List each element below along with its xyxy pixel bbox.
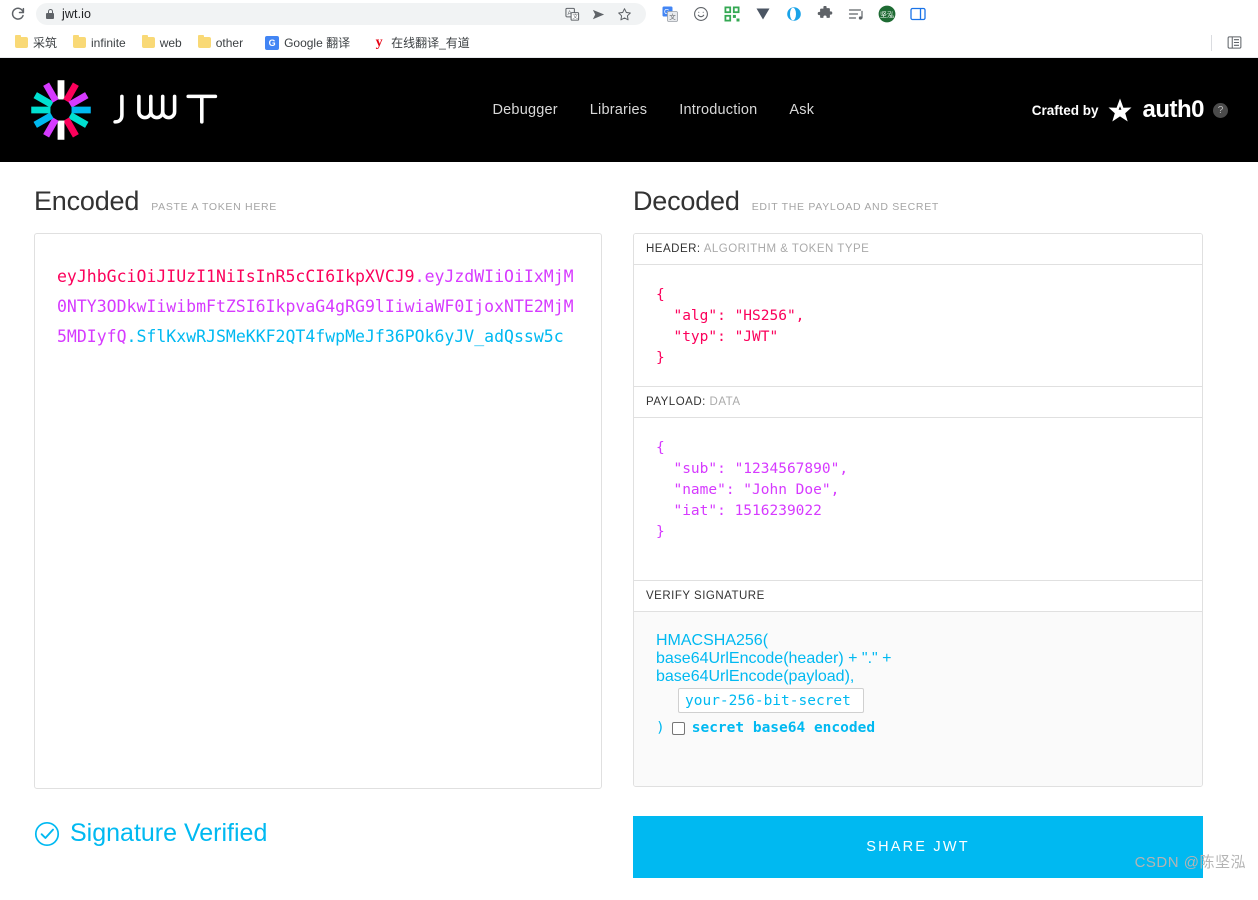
hmac-line-1: HMACSHA256(: [656, 632, 769, 649]
payload-json-editor[interactable]: { "sub": "1234567890", "name": "John Doe…: [634, 418, 1202, 581]
token-dot-1: .: [414, 267, 425, 286]
decoded-column: Decoded EDIT THE PAYLOAD AND SECRET HEAD…: [602, 162, 1207, 878]
vimium-icon[interactable]: [751, 2, 775, 26]
site-header: Debugger Libraries Introduction Ask Craf…: [0, 58, 1258, 162]
browser-toolbar: jwt.io A 文 G 文 坚泓: [0, 0, 1258, 28]
crafted-by-label: Crafted by: [1031, 102, 1099, 118]
bookmark-label: infinite: [91, 35, 126, 50]
bookmark-label: 在线翻译_有道: [391, 36, 470, 50]
playlist-icon[interactable]: [844, 2, 868, 26]
jwt-wordmark: [113, 94, 218, 124]
svg-text:文: 文: [572, 12, 578, 20]
main-nav: Debugger Libraries Introduction Ask: [493, 102, 815, 118]
folder-icon: [197, 34, 211, 48]
decoded-title-row: Decoded EDIT THE PAYLOAD AND SECRET: [633, 162, 1207, 233]
help-icon[interactable]: ?: [1213, 102, 1228, 118]
bookmark-item[interactable]: other: [191, 33, 250, 53]
hmac-line-3: base64UrlEncode(payload),: [656, 668, 855, 685]
folder-icon: [73, 34, 87, 48]
encoded-column: Encoded PASTE A TOKEN HERE eyJhbGciOiJIU…: [0, 162, 602, 878]
csdn-watermark: CSDN @陈坚泓: [1134, 854, 1246, 871]
bookmarks-bar: 采筑 infinite web other G Google 翻译 y 在线翻译…: [0, 28, 1258, 58]
address-bar[interactable]: jwt.io A 文: [36, 3, 646, 25]
decoded-title: Decoded: [633, 186, 740, 216]
bookmark-item[interactable]: infinite: [66, 33, 133, 53]
encoded-title: Encoded: [34, 186, 140, 216]
encoded-token-input[interactable]: eyJhbGciOiJIUzI1NiIsInR5cCI6IkpXVCJ9.eyJ…: [34, 233, 602, 789]
youdao-icon: y: [375, 34, 383, 50]
crafted-by: Crafted by auth0 ?: [1032, 96, 1228, 124]
secret-base64-checkbox[interactable]: [671, 721, 685, 735]
nav-item-ask[interactable]: Ask: [789, 102, 814, 118]
secret-base64-label: secret base64 encoded: [691, 720, 876, 736]
folder-icon: [141, 34, 155, 48]
token-signature-segment: SflKxwRJSMeKKF2QT4fwpMeJf36POk6yJV_adQss…: [136, 327, 564, 346]
payload-label-value: DATA: [709, 396, 741, 408]
extension-icons: G 文 坚泓: [652, 2, 930, 26]
closing-paren: ): [656, 720, 665, 736]
header-json-editor[interactable]: { "alg": "HS256", "typ": "JWT" }: [634, 265, 1202, 387]
lock-icon: [46, 9, 54, 19]
header-section-label: HEADER: ALGORITHM & TOKEN TYPE: [634, 234, 1202, 265]
bookmark-item[interactable]: web: [135, 33, 189, 53]
bookmark-item[interactable]: y 在线翻译_有道: [365, 31, 477, 54]
main-content: Encoded PASTE A TOKEN HERE eyJhbGciOiJIU…: [0, 162, 1258, 878]
send-icon[interactable]: [586, 2, 610, 26]
header-label-value: ALGORITHM & TOKEN TYPE: [703, 243, 870, 255]
auth0-wordmark: auth0: [1142, 96, 1204, 123]
sidebar-toggle-icon[interactable]: [906, 2, 930, 26]
check-circle-icon: [34, 821, 60, 846]
share-jwt-button[interactable]: SHARE JWT: [633, 816, 1203, 878]
base64-row: ) secret base64 encoded: [656, 720, 1180, 736]
svg-text:坚泓: 坚泓: [880, 10, 894, 19]
bookmark-item[interactable]: 采筑: [8, 31, 64, 54]
extensions-puzzle-icon[interactable]: [813, 2, 837, 26]
signature-label: VERIFY SIGNATURE: [646, 590, 765, 602]
header-label-key: HEADER:: [646, 243, 701, 255]
divider: [1211, 34, 1212, 51]
brand[interactable]: [30, 79, 238, 141]
token-header-segment: eyJhbGciOiJIUzI1NiIsInR5cCI6IkpXVCJ9: [57, 267, 415, 286]
bookmark-label: other: [215, 35, 244, 50]
emoji-icon[interactable]: [689, 2, 713, 26]
reload-icon[interactable]: [6, 2, 30, 26]
qr-code-icon[interactable]: [720, 2, 744, 26]
encoded-subtitle: PASTE A TOKEN HERE: [151, 201, 278, 213]
token-dot-2: .: [126, 327, 137, 346]
jwt-logo: [31, 80, 91, 140]
bookmark-label: web: [159, 35, 182, 50]
nav-item-introduction[interactable]: Introduction: [679, 102, 757, 118]
browser-chrome: jwt.io A 文 G 文 坚泓 采筑 infinite web other …: [0, 0, 1258, 58]
payload-section-label: PAYLOAD: DATA: [634, 387, 1202, 418]
bookmark-item[interactable]: G Google 翻译: [258, 31, 357, 54]
signature-status: Signature Verified: [34, 789, 602, 848]
profile-avatar-icon[interactable]: 坚泓: [875, 2, 899, 26]
secret-input[interactable]: [678, 688, 864, 713]
signature-status-text: Signature Verified: [70, 819, 268, 847]
auth0-logo-icon: [1108, 98, 1132, 122]
google-translate-icon: G: [265, 35, 280, 50]
omnibox-actions: A 文: [560, 2, 636, 26]
signature-editor: HMACSHA256( base64UrlEncode(header) + ".…: [634, 612, 1202, 786]
decoded-subtitle: EDIT THE PAYLOAD AND SECRET: [751, 201, 940, 213]
nav-item-debugger[interactable]: Debugger: [493, 102, 558, 118]
payload-label-key: PAYLOAD:: [646, 396, 706, 408]
url-text: jwt.io: [62, 7, 92, 21]
hmac-line-2: base64UrlEncode(header) + "." +: [656, 650, 892, 667]
folder-icon: [15, 34, 28, 48]
svg-text:文: 文: [669, 12, 676, 21]
bookmark-star-icon[interactable]: [612, 2, 636, 26]
reading-list-icon[interactable]: [1222, 31, 1246, 55]
opera-icon[interactable]: [782, 2, 806, 26]
bookmarks-bar-right: [1211, 31, 1250, 55]
nav-item-libraries[interactable]: Libraries: [590, 102, 647, 118]
translate-icon[interactable]: A 文: [560, 2, 584, 26]
signature-section-label: VERIFY SIGNATURE: [634, 581, 1202, 612]
bookmark-label: 采筑: [33, 36, 58, 50]
decoded-panel: HEADER: ALGORITHM & TOKEN TYPE { "alg": …: [633, 233, 1203, 787]
encoded-title-row: Encoded PASTE A TOKEN HERE: [34, 162, 602, 233]
bookmark-label: Google 翻译: [284, 36, 351, 50]
google-translate-icon[interactable]: G 文: [658, 2, 682, 26]
